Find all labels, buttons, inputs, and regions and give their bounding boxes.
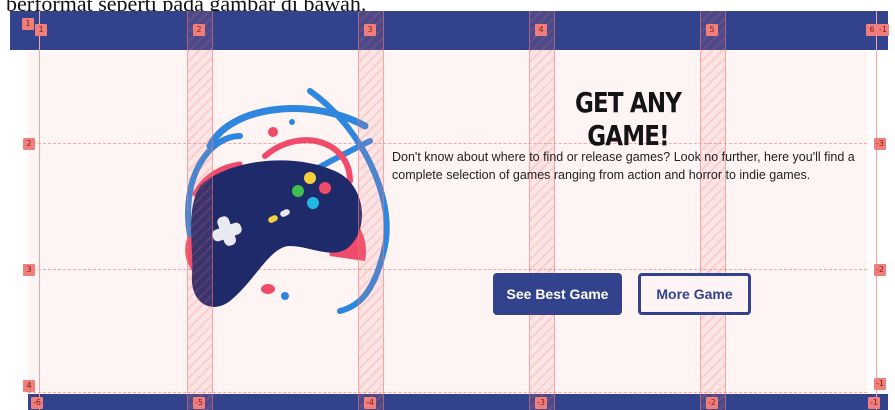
hero-title: GET ANY GAME! — [574, 86, 682, 152]
grid-marker: 2 — [193, 24, 205, 36]
grid-marker: -4 — [364, 397, 376, 409]
grid-marker: -3 — [535, 397, 547, 409]
grid-marker: -5 — [193, 397, 205, 409]
see-best-game-button[interactable]: See Best Game — [493, 273, 622, 315]
hero-section — [28, 50, 867, 394]
grid-row-line — [28, 143, 867, 144]
header-bar — [10, 11, 888, 50]
more-game-button[interactable]: More Game — [638, 273, 751, 315]
grid-marker: -1 — [874, 378, 886, 390]
grid-row-line — [28, 269, 867, 270]
gamepad-icon — [185, 88, 390, 314]
grid-marker: -2 — [874, 264, 886, 276]
page-caption: berformat seperti pada gambar di bawah. — [0, 0, 895, 11]
grid-line-left — [39, 11, 40, 410]
grid-marker: 3 — [364, 24, 376, 36]
grid-marker: -2 — [706, 397, 718, 409]
grid-marker: -3 — [874, 138, 886, 150]
grid-marker: 2 — [23, 138, 35, 150]
grid-column-band — [358, 11, 384, 410]
grid-line-right — [876, 11, 877, 410]
grid-marker: 1 — [22, 18, 34, 30]
grid-marker: 4 — [23, 380, 35, 392]
grid-marker: -1 — [868, 397, 880, 409]
grid-column-band — [529, 11, 555, 410]
grid-row-line — [28, 392, 867, 393]
grid-marker: 1 — [35, 24, 47, 36]
grid-column-band — [700, 11, 726, 410]
grid-marker: 4 — [535, 24, 547, 36]
footer-bar — [28, 394, 888, 410]
hero-description: Don't know about where to find or releas… — [392, 150, 855, 182]
grid-marker: -1 — [877, 24, 889, 36]
grid-marker: -6 — [31, 397, 43, 409]
grid-marker: 3 — [23, 264, 35, 276]
grid-marker: 5 — [706, 24, 718, 36]
grid-column-band — [187, 11, 213, 410]
